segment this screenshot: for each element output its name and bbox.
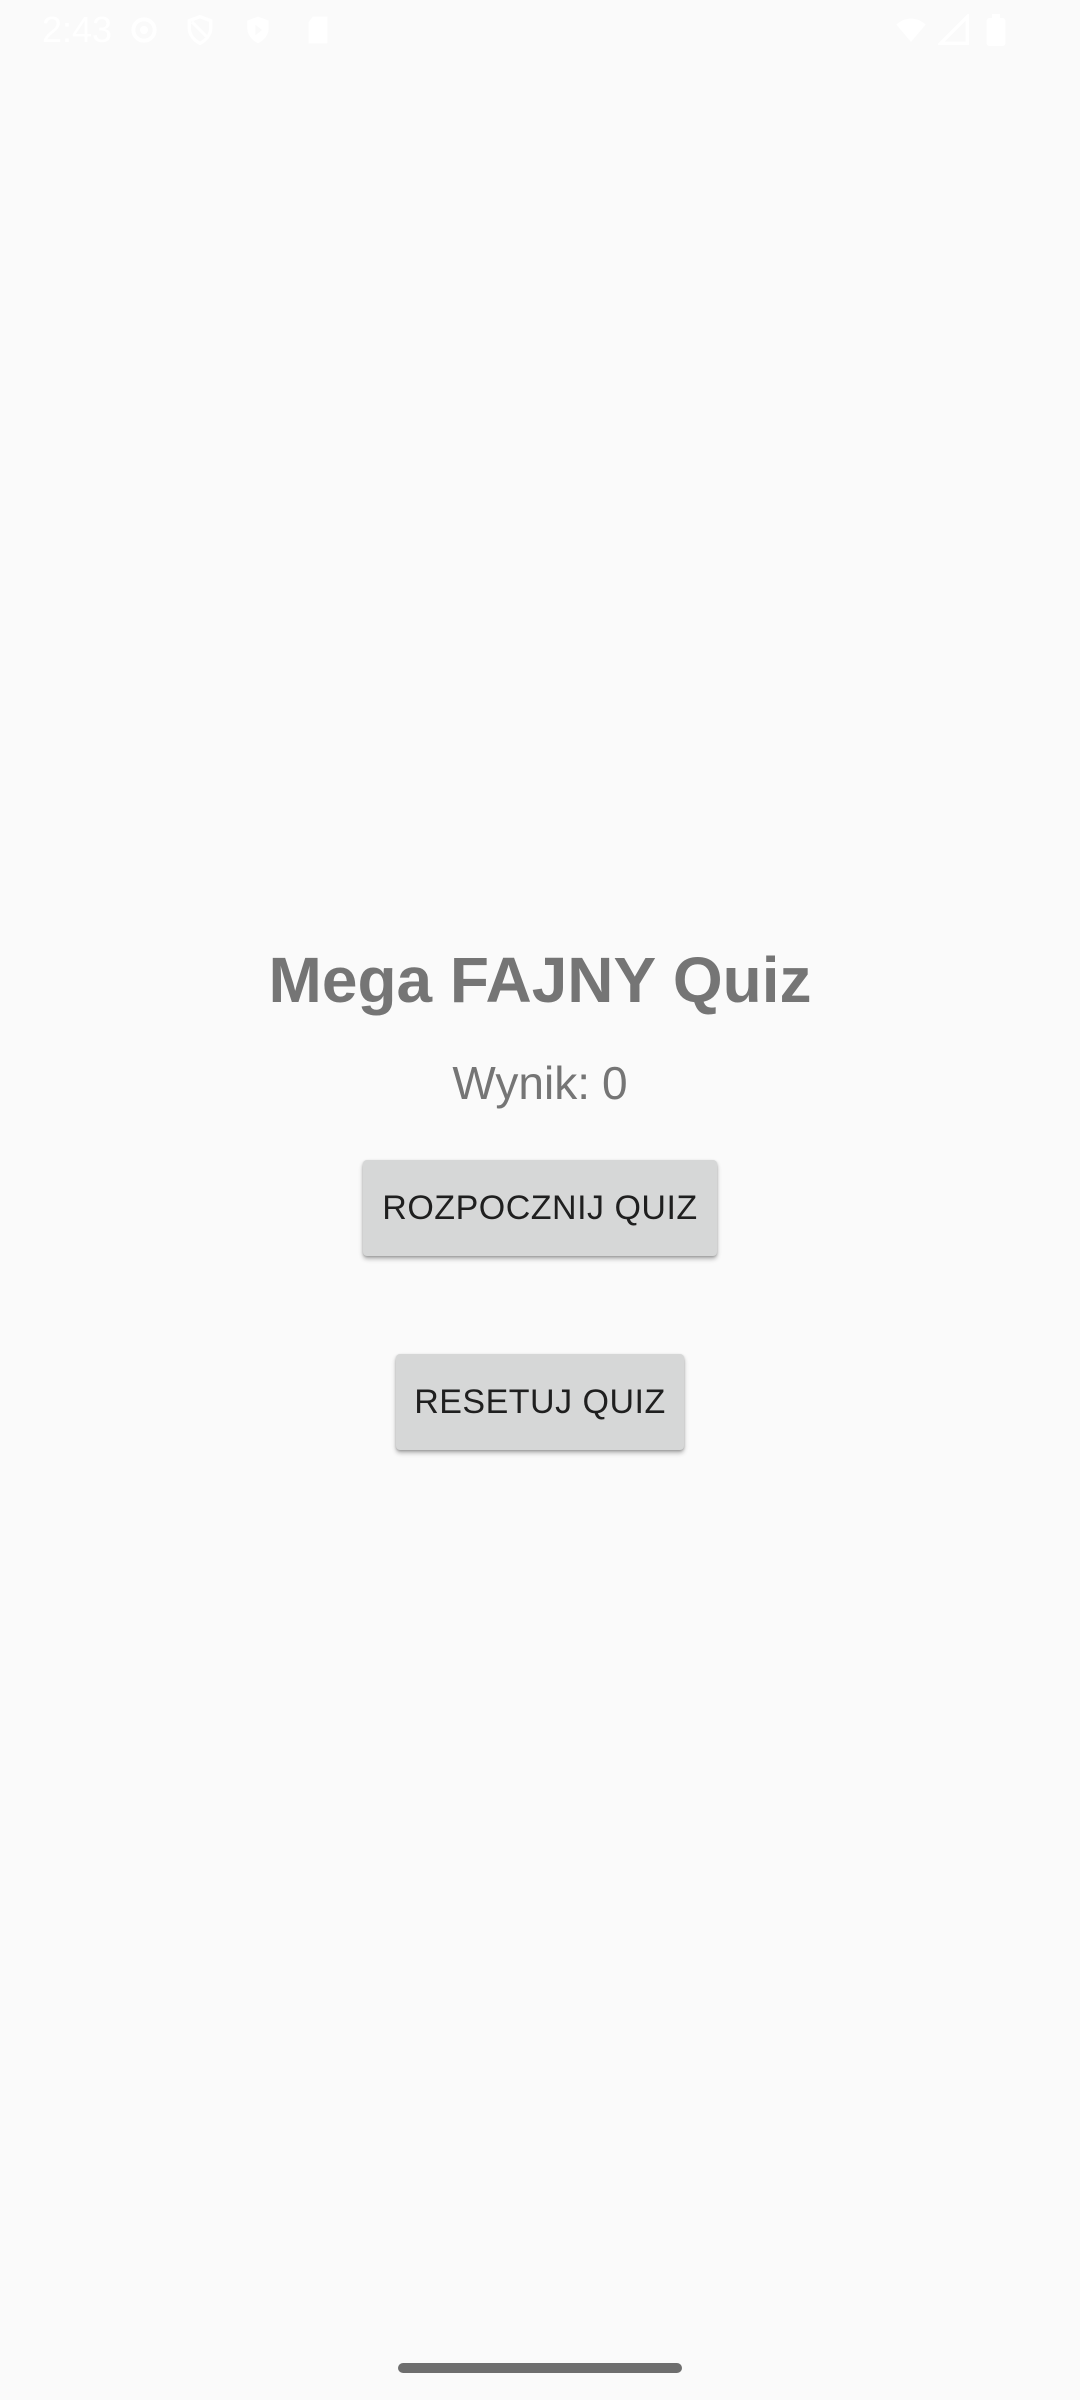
status-bar: 2:43 bbox=[0, 0, 1080, 64]
score-value: 0 bbox=[602, 1057, 628, 1109]
reset-quiz-button[interactable]: RESETUJ QUIZ bbox=[396, 1354, 684, 1450]
battery-icon bbox=[984, 14, 1008, 46]
status-time: 2:43 bbox=[42, 9, 113, 50]
vpn-shield-icon bbox=[184, 14, 216, 46]
app-screen: 2:43 Mega FAJNY Quiz Wynik: 0 ROZPOCZNIJ … bbox=[0, 0, 1080, 2400]
sd-card-icon bbox=[302, 14, 334, 46]
settings-icon bbox=[128, 14, 160, 46]
quiz-title: Mega FAJNY Quiz bbox=[268, 944, 812, 1016]
cellular-signal-icon bbox=[938, 14, 970, 46]
home-gesture-bar[interactable] bbox=[398, 2363, 682, 2373]
wifi-icon bbox=[892, 14, 930, 46]
play-protect-icon bbox=[242, 14, 274, 46]
score-display: Wynik: 0 bbox=[0, 1055, 1080, 1111]
start-quiz-button[interactable]: ROZPOCZNIJ QUIZ bbox=[363, 1160, 717, 1256]
score-label: Wynik: bbox=[452, 1057, 590, 1109]
